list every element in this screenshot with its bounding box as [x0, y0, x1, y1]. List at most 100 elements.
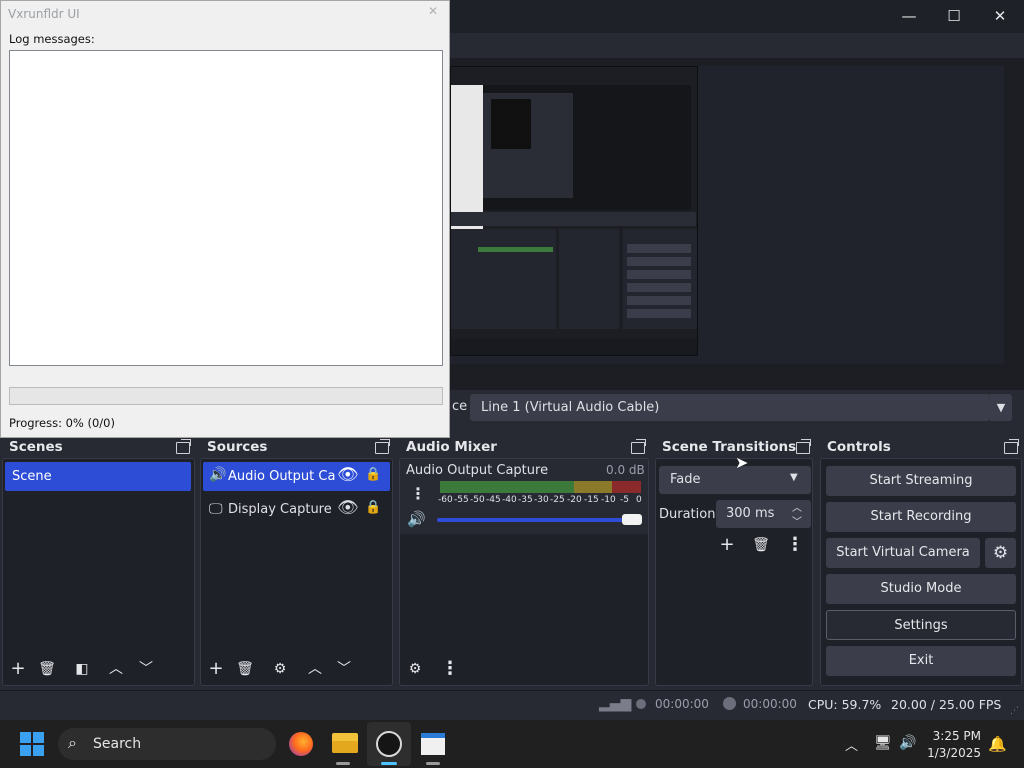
trash-icon[interactable]: 🗑 — [34, 656, 60, 682]
chevron-down-icon[interactable]: ▼ — [790, 472, 798, 483]
add-scene-button[interactable]: + — [5, 656, 31, 682]
network-icon[interactable]: 🖥 — [874, 735, 892, 751]
sources-list — [200, 458, 393, 686]
app-window-icon[interactable] — [421, 733, 445, 755]
source-item-label: Audio Output Capture — [228, 469, 336, 484]
speaker-icon[interactable]: 🔊 — [407, 510, 426, 528]
windows-start-icon[interactable] — [20, 732, 44, 756]
source-item-label: Display Capture — [228, 502, 332, 517]
search-placeholder: Search — [93, 736, 142, 752]
meter-scale-label: -60 — [438, 495, 453, 505]
scenes-list — [2, 458, 195, 686]
studio-mode-button[interactable]: Studio Mode — [826, 574, 1016, 604]
meter-scale-label: -35 — [518, 495, 533, 505]
mixer-channel-name: Audio Output Capture — [406, 463, 549, 478]
file-explorer-icon[interactable] — [332, 733, 358, 753]
meter-scale-label: -40 — [502, 495, 517, 505]
volume-slider-handle[interactable] — [622, 514, 642, 525]
filter-icon[interactable]: ◧ — [69, 656, 95, 682]
close-button[interactable]: ✕ — [977, 0, 1023, 33]
gear-icon[interactable]: ⚙ — [402, 656, 428, 682]
add-transition-button[interactable]: + — [714, 532, 740, 558]
transitions-title: Scene Transitions — [662, 439, 797, 455]
preview-screen-capture — [450, 66, 698, 356]
gear-icon[interactable]: ⚙ — [985, 538, 1016, 568]
trash-icon[interactable]: 🗑 — [748, 532, 774, 558]
log-messages-label: Log messages: — [9, 32, 95, 46]
network-signal-icon: ▂▄▆ — [599, 696, 632, 712]
volume-meter — [440, 481, 641, 493]
source-device-label: ce — [452, 399, 468, 414]
volume-icon[interactable]: 🔊 — [899, 735, 916, 751]
volume-slider[interactable] — [437, 518, 639, 522]
audio-device-select[interactable]: Line 1 (Virtual Audio Cable) — [470, 394, 990, 421]
settings-button[interactable]: Settings — [826, 610, 1016, 640]
app-active-indicator — [381, 762, 397, 765]
maximize-button[interactable]: ☐ — [931, 0, 977, 33]
show-hidden-icons-chevron-icon[interactable]: ︿ — [845, 735, 858, 754]
start-recording-button[interactable]: Start Recording — [826, 502, 1016, 532]
scene-item[interactable]: Scene — [5, 462, 191, 491]
speaker-icon: 🔊 — [209, 467, 227, 483]
exit-button[interactable]: Exit — [826, 646, 1016, 676]
notification-bell-icon[interactable]: 🔔 — [988, 735, 1007, 753]
chevron-up-icon[interactable]: ︿ — [302, 656, 328, 682]
monitor-icon: 🖵 — [209, 501, 223, 517]
meter-scale-label: -50 — [470, 495, 485, 505]
source-item-display-capture[interactable]: 🖵 Display Capture 👁 🔒 — [203, 495, 390, 524]
undock-icon[interactable] — [1004, 439, 1019, 454]
close-icon[interactable]: ✕ — [428, 4, 438, 18]
lock-icon[interactable]: 🔒 — [365, 467, 381, 482]
taskbar-time[interactable]: 3:25 PM — [931, 729, 981, 743]
progress-bar — [9, 387, 443, 405]
chevron-down-icon[interactable]: ▼ — [990, 394, 1012, 421]
progress-text: Progress: 0% (0/0) — [9, 416, 115, 430]
firefox-icon[interactable] — [289, 732, 313, 756]
mouse-cursor-icon: ➤ — [735, 453, 749, 472]
chevron-up-icon[interactable]: ︿ — [103, 656, 129, 682]
record-status-icon — [723, 697, 736, 710]
minimize-button[interactable]: — — [886, 0, 932, 33]
audio-mixer-title: Audio Mixer — [406, 439, 497, 455]
resize-grip-icon[interactable]: ⋰ — [1010, 706, 1019, 716]
log-dialog-title: Vxrunfldr UI — [8, 7, 80, 21]
fps-display: 20.00 / 25.00 FPS — [891, 697, 1002, 712]
gear-icon[interactable]: ⚙ — [267, 656, 293, 682]
log-messages-box[interactable] — [9, 50, 443, 366]
meter-scale-label: -10 — [601, 495, 616, 505]
undock-icon[interactable] — [176, 439, 191, 454]
undock-icon[interactable] — [796, 439, 811, 454]
add-source-button[interactable]: + — [203, 656, 229, 682]
preview-thumbnail-icon — [451, 67, 697, 355]
meter-scale-label: -20 — [567, 495, 582, 505]
eye-icon[interactable]: 👁 — [337, 465, 359, 485]
more-options-icon[interactable]: ⋮ — [782, 532, 808, 558]
start-virtual-camera-button[interactable]: Start Virtual Camera — [826, 538, 980, 568]
more-options-icon[interactable]: ⋮ — [437, 656, 463, 682]
chevron-down-icon[interactable]: ﹀ — [331, 656, 357, 682]
mixer-channel-level: 0.0 dB — [606, 463, 645, 477]
eye-icon[interactable]: 👁 — [337, 498, 359, 518]
chevron-down-icon[interactable]: ﹀ — [792, 513, 802, 528]
duration-label: Duration — [659, 507, 716, 522]
meter-scale-label: -15 — [584, 495, 599, 505]
meter-scale-label: 0 — [636, 495, 642, 505]
sources-dock-title: Sources — [207, 439, 268, 455]
source-item-audio-output[interactable]: 🔊 Audio Output Capture 👁 🔒 — [203, 462, 390, 491]
app-running-indicator — [336, 762, 350, 765]
undock-icon[interactable] — [631, 439, 646, 454]
meter-scale-label: -45 — [486, 495, 501, 505]
chevron-up-icon[interactable]: ︿ — [792, 499, 802, 514]
lock-icon[interactable]: 🔒 — [365, 500, 381, 515]
chevron-down-icon[interactable]: ﹀ — [133, 656, 159, 682]
taskbar-date[interactable]: 1/3/2025 — [925, 746, 981, 760]
meter-scale-label: -55 — [454, 495, 469, 505]
undock-icon[interactable] — [375, 439, 390, 454]
start-streaming-button[interactable]: Start Streaming — [826, 466, 1016, 496]
taskbar-search[interactable] — [58, 728, 276, 760]
stream-status-icon — [636, 699, 646, 709]
trash-icon[interactable]: 🗑 — [232, 656, 258, 682]
more-options-icon[interactable]: ⋮ — [410, 484, 426, 503]
obs-icon — [376, 731, 402, 757]
app-running-indicator — [426, 762, 440, 765]
